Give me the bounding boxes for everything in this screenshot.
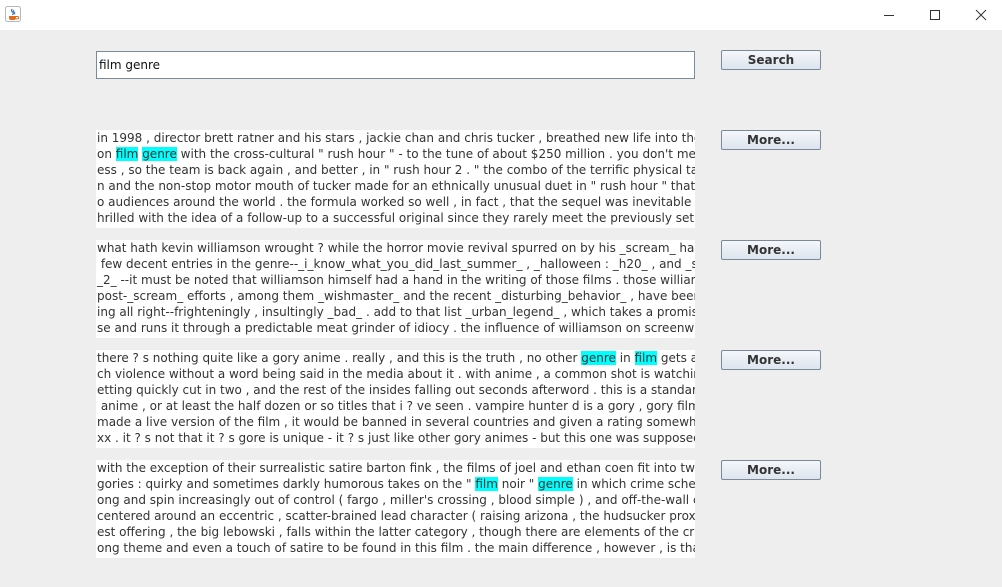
result-line: ong theme and even a touch of satire to … [96, 540, 695, 556]
result-line: post-_scream_ efforts , among them _wish… [96, 288, 695, 304]
result-line: se and runs it through a predictable mea… [96, 320, 695, 336]
result-text-4: with the exception of their surrealistic… [96, 460, 695, 558]
search-input[interactable] [96, 51, 695, 79]
text-segment: few decent entries in the genre--_i_know… [97, 257, 695, 271]
text-segment: in which crime schemes go wr [576, 477, 695, 491]
result-line: what hath kevin williamson wrought ? whi… [96, 240, 695, 256]
text-segment: est offering , the big lebowski , falls … [97, 525, 695, 539]
text-segment: o audiences around the world . the formu… [97, 195, 692, 209]
result-line: in 1998 , director brett ratner and his … [96, 130, 695, 146]
text-segment: noir " [497, 477, 539, 491]
close-button[interactable] [958, 0, 1002, 30]
result-line: ch violence without a word being said in… [96, 366, 695, 382]
text-segment: with the exception of their surrealistic… [97, 461, 695, 475]
result-line: etting quickly cut in two , and the rest… [96, 382, 695, 398]
result-line: anime , or at least the half dozen or so… [96, 398, 695, 414]
result-line: hrilled with the idea of a follow-up to … [96, 210, 695, 226]
text-segment: ong theme and even a touch of satire to … [97, 541, 695, 555]
highlighted-keyword: genre [581, 351, 616, 365]
text-segment: in 1998 , director brett ratner and his … [97, 131, 695, 145]
result-line: on film genre with the cross-cultural " … [96, 146, 695, 162]
text-segment: etting quickly cut in two , and the rest… [97, 383, 695, 397]
more-button-3[interactable]: More... [721, 350, 821, 370]
result-text-3: there ? s nothing quite like a gory anim… [96, 350, 695, 448]
java-app-icon [5, 6, 21, 22]
text-segment: ess , so the team is back again , and be… [97, 163, 695, 177]
highlighted-keyword: film [475, 477, 498, 491]
text-segment: n and the non-stop motor mouth of tucker… [97, 179, 695, 193]
result-line: made a live version of the film , it wou… [96, 414, 695, 430]
close-icon [975, 9, 987, 21]
text-segment: hrilled with the idea of a follow-up to … [97, 211, 695, 225]
minimize-icon [884, 15, 894, 16]
text-segment: gets away with su [660, 351, 695, 365]
text-segment: _2_ --it must be noted that williamson h… [97, 273, 695, 287]
text-segment: in [615, 351, 635, 365]
search-button[interactable]: Search [721, 50, 821, 70]
more-button-1[interactable]: More... [721, 130, 821, 150]
text-segment: with the cross-cultural " rush hour " - … [180, 147, 695, 161]
text-segment: there ? s nothing quite like a gory anim… [97, 351, 582, 365]
maximize-icon [930, 10, 940, 20]
text-segment: gories : quirky and sometimes darkly hum… [97, 477, 476, 491]
result-line: few decent entries in the genre--_i_know… [96, 256, 695, 272]
text-segment: on [97, 147, 116, 161]
result-line: xx . it ? s not that it ? s gore is uniq… [96, 430, 695, 446]
highlighted-keyword: film [634, 351, 658, 365]
result-line: o audiences around the world . the formu… [96, 194, 695, 210]
text-segment: ch violence without a word being said in… [97, 367, 695, 381]
text-segment: post-_scream_ efforts , among them _wish… [97, 289, 695, 303]
maximize-button[interactable] [912, 0, 958, 30]
result-text-1: in 1998 , director brett ratner and his … [96, 130, 695, 228]
highlighted-keyword: film [115, 147, 139, 161]
text-segment: made a live version of the film , it wou… [97, 415, 695, 429]
result-line: ing all right--frighteningly , insulting… [96, 304, 695, 320]
highlighted-keyword: genre [142, 147, 177, 161]
title-bar[interactable] [0, 0, 1002, 30]
text-segment: xx . it ? s not that it ? s gore is uniq… [97, 431, 695, 445]
result-line: _2_ --it must be noted that williamson h… [96, 272, 695, 288]
text-segment: se and runs it through a predictable mea… [97, 321, 695, 335]
result-line: ong and spin increasingly out of control… [96, 492, 695, 508]
text-segment: ong and spin increasingly out of control… [97, 493, 695, 507]
text-segment: what hath kevin williamson wrought ? whi… [97, 241, 695, 255]
result-line: there ? s nothing quite like a gory anim… [96, 350, 695, 366]
text-segment: centered around an eccentric , scatter-b… [97, 509, 695, 523]
result-text-2: what hath kevin williamson wrought ? whi… [96, 240, 695, 338]
result-line: with the exception of their surrealistic… [96, 460, 695, 476]
minimize-button[interactable] [866, 0, 912, 30]
more-button-4[interactable]: More... [721, 460, 821, 480]
highlighted-keyword: genre [538, 477, 573, 491]
result-line: n and the non-stop motor mouth of tucker… [96, 178, 695, 194]
more-button-2[interactable]: More... [721, 240, 821, 260]
result-line: centered around an eccentric , scatter-b… [96, 508, 695, 524]
result-line: ess , so the team is back again , and be… [96, 162, 695, 178]
result-line: est offering , the big lebowski , falls … [96, 524, 695, 540]
result-line: gories : quirky and sometimes darkly hum… [96, 476, 695, 492]
text-segment: ing all right--frighteningly , insulting… [97, 305, 695, 319]
app-window: Search in 1998 , director brett ratner a… [0, 0, 1002, 587]
text-segment: anime , or at least the half dozen or so… [100, 399, 695, 413]
